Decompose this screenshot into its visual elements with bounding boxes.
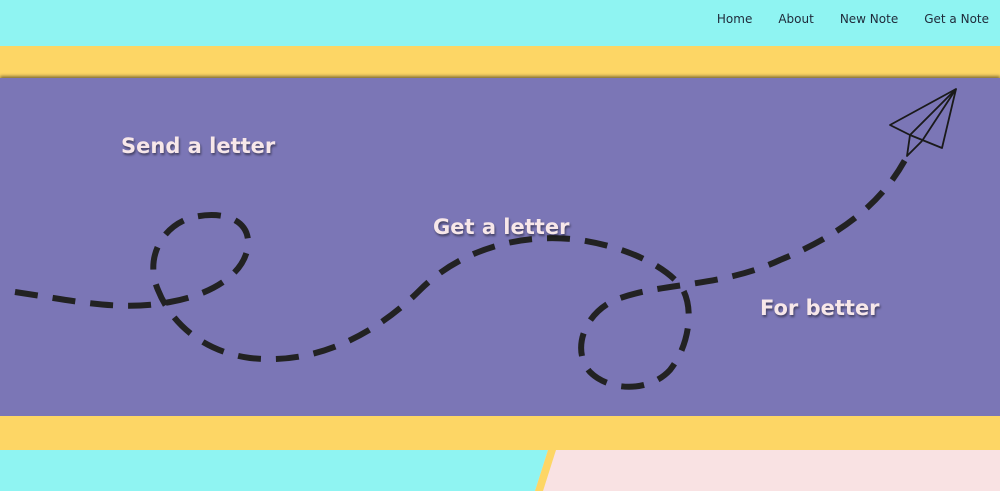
headline-get-a-letter: Get a letter <box>433 215 570 239</box>
nav-link-new-note[interactable]: New Note <box>840 12 898 26</box>
footer-shapes <box>535 450 1000 491</box>
flight-path-line <box>14 158 908 390</box>
nav-link-get-a-note[interactable]: Get a Note <box>924 12 989 26</box>
navbar: Home About New Note Get a Note <box>0 0 1000 46</box>
dashed-flight-path <box>14 88 957 390</box>
top-yellow-band <box>0 46 1000 78</box>
headline-for-better: For better <box>760 296 880 320</box>
bottom-yellow-band <box>0 416 1000 450</box>
nav-links: Home About New Note Get a Note <box>691 12 989 26</box>
footer-area <box>0 450 1000 491</box>
headline-send-a-letter: Send a letter <box>121 134 276 158</box>
nav-link-home[interactable]: Home <box>717 12 752 26</box>
hero-banner: Send a letter Get a letter For better <box>0 78 1000 416</box>
pink-panel <box>535 450 1000 491</box>
paper-plane-icon <box>889 88 957 157</box>
nav-link-about[interactable]: About <box>778 12 813 26</box>
